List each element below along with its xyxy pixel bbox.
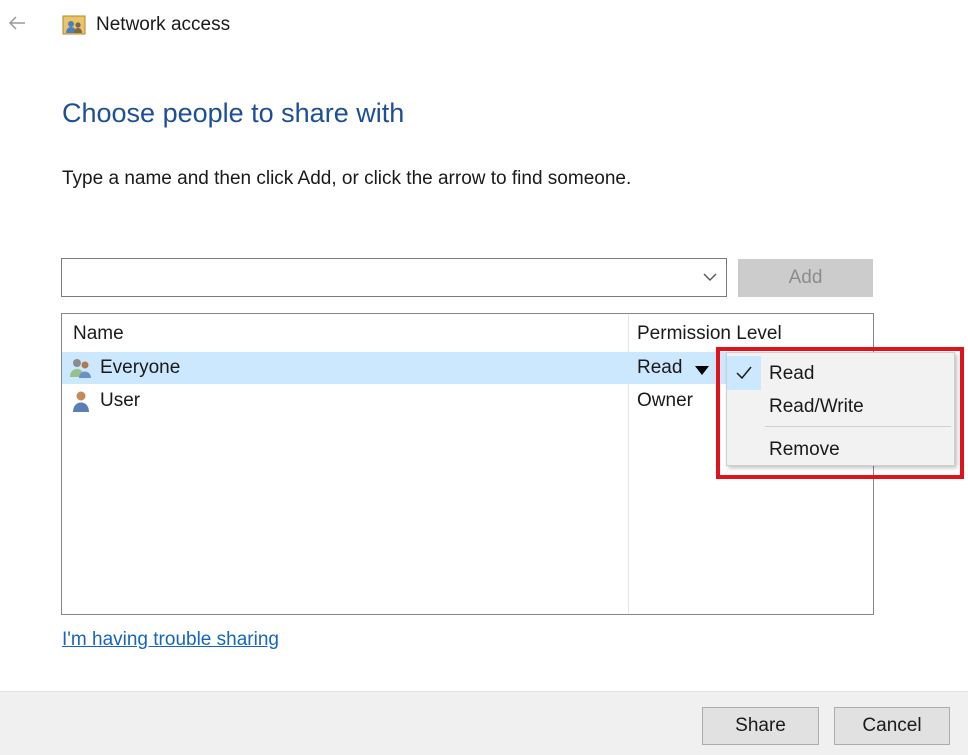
trouble-sharing-link[interactable]: I'm having trouble sharing [62, 629, 279, 651]
back-arrow-icon[interactable] [6, 12, 28, 34]
column-header-permission[interactable]: Permission Level [637, 323, 782, 345]
row-name: User [100, 390, 141, 411]
permission-dropdown-arrow-icon[interactable] [695, 363, 709, 375]
row-permission: Owner [637, 390, 693, 411]
cancel-button[interactable]: Cancel [834, 707, 950, 745]
menu-item-label: Read [769, 363, 815, 384]
menu-separator [765, 426, 951, 427]
permission-menu: Read Read/Write Remove [726, 352, 955, 466]
menu-item-remove[interactable]: Remove [727, 432, 954, 466]
menu-item-label: Read/Write [769, 396, 864, 417]
group-users-icon [69, 356, 93, 380]
network-users-icon [62, 13, 86, 37]
menu-item-label: Remove [769, 439, 840, 460]
chevron-down-icon[interactable] [702, 269, 718, 285]
row-name: Everyone [100, 357, 181, 378]
menu-item-read-write[interactable]: Read/Write [727, 389, 954, 423]
checkmark-icon [727, 356, 761, 390]
footer-bar [0, 691, 968, 755]
column-header-name[interactable]: Name [73, 323, 124, 345]
add-button[interactable]: Add [738, 259, 873, 297]
menu-item-read[interactable]: Read [727, 356, 954, 390]
window-title: Network access [96, 14, 231, 35]
page-heading: Choose people to share with [62, 98, 405, 128]
user-icon [69, 389, 93, 413]
row-permission[interactable]: Read [637, 357, 682, 379]
share-button[interactable]: Share [702, 707, 819, 745]
instructions-text: Type a name and then click Add, or click… [62, 168, 632, 189]
name-combobox[interactable] [61, 258, 727, 297]
